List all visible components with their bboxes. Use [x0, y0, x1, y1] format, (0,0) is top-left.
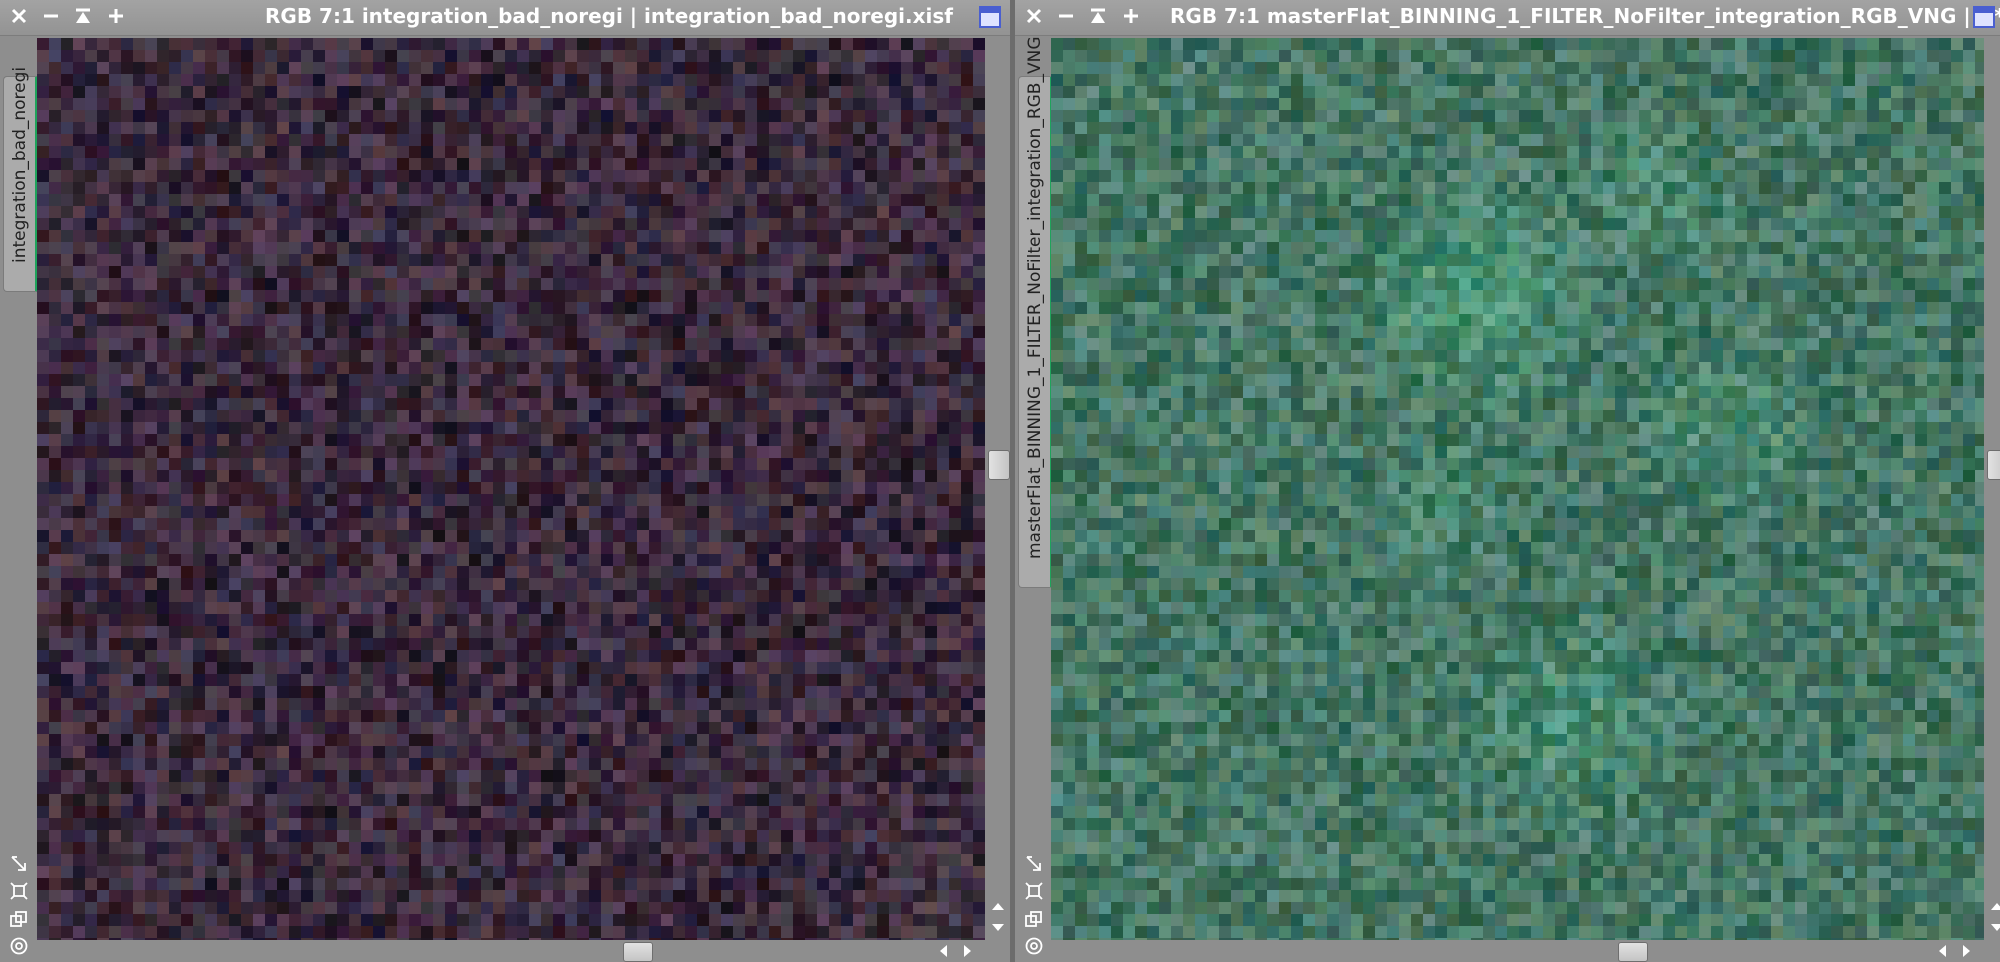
scroll-down-arrow-icon[interactable]: [989, 918, 1007, 936]
window-title: RGB 7:1 masterFlat_BINNING_1_FILTER_NoFi…: [1170, 4, 2000, 28]
target-icon[interactable]: [9, 936, 29, 956]
shade-icon[interactable]: [70, 4, 96, 30]
maximize-icon[interactable]: [103, 4, 129, 30]
close-icon[interactable]: [1021, 4, 1047, 30]
left-side-panel: masterFlat_BINNING_1_FILTER_NoFilter_int…: [1015, 36, 1053, 962]
image-viewport[interactable]: [37, 38, 985, 940]
target-icon[interactable]: [1024, 936, 1044, 956]
title-bar[interactable]: RGB 7:1 integration_bad_noregi | integra…: [0, 0, 1010, 36]
horizontal-scrollbar[interactable]: [1051, 940, 1986, 962]
image-window-right[interactable]: RGB 7:1 masterFlat_BINNING_1_FILTER_NoFi…: [1015, 0, 2000, 962]
fit-view-icon[interactable]: [9, 881, 29, 901]
image-viewport[interactable]: [1051, 38, 1984, 940]
vertical-scroll-thumb[interactable]: [988, 450, 1010, 480]
image-canvas[interactable]: [1051, 38, 1984, 940]
view-tab-label: integration_bad_noregi: [9, 66, 30, 263]
left-side-panel: integration_bad_noregi: [0, 36, 38, 962]
clone-view-icon[interactable]: [9, 909, 29, 929]
scroll-right-arrow-icon[interactable]: [958, 942, 976, 960]
image-window-left[interactable]: RGB 7:1 integration_bad_noregi | integra…: [0, 0, 1010, 962]
view-tab-integration-bad-noregi[interactable]: integration_bad_noregi: [3, 67, 38, 292]
window-mode-icon[interactable]: [1973, 6, 1995, 28]
scroll-left-arrow-icon[interactable]: [935, 942, 953, 960]
image-canvas[interactable]: [37, 38, 985, 940]
vertical-scroll-thumb[interactable]: [1987, 450, 2000, 480]
scroll-up-arrow-icon[interactable]: [1988, 898, 2000, 916]
fit-view-icon[interactable]: [1024, 881, 1044, 901]
zoom-to-fit-icon[interactable]: [1024, 854, 1044, 874]
scroll-down-arrow-icon[interactable]: [1988, 918, 2000, 936]
scroll-up-arrow-icon[interactable]: [989, 898, 1007, 916]
view-tab-masterflat[interactable]: masterFlat_BINNING_1_FILTER_NoFilter_int…: [1018, 37, 1053, 588]
shade-icon[interactable]: [1085, 4, 1111, 30]
horizontal-scroll-thumb[interactable]: [623, 942, 653, 962]
maximize-icon[interactable]: [1118, 4, 1144, 30]
scroll-left-arrow-icon[interactable]: [1934, 942, 1952, 960]
clone-view-icon[interactable]: [1024, 909, 1044, 929]
vertical-scrollbar[interactable]: [1986, 38, 2000, 940]
view-tab-label: masterFlat_BINNING_1_FILTER_NoFilter_int…: [1024, 36, 1045, 560]
scroll-right-arrow-icon[interactable]: [1957, 942, 1975, 960]
horizontal-scrollbar[interactable]: [37, 940, 987, 962]
close-icon[interactable]: [6, 4, 32, 30]
zoom-to-fit-icon[interactable]: [9, 854, 29, 874]
horizontal-scroll-thumb[interactable]: [1618, 942, 1648, 962]
window-mode-icon[interactable]: [979, 6, 1001, 28]
minimize-icon[interactable]: [1053, 4, 1079, 30]
vertical-scrollbar[interactable]: [987, 38, 1010, 940]
title-bar[interactable]: RGB 7:1 masterFlat_BINNING_1_FILTER_NoFi…: [1015, 0, 2000, 36]
minimize-icon[interactable]: [38, 4, 64, 30]
window-title: RGB 7:1 integration_bad_noregi | integra…: [265, 4, 953, 28]
